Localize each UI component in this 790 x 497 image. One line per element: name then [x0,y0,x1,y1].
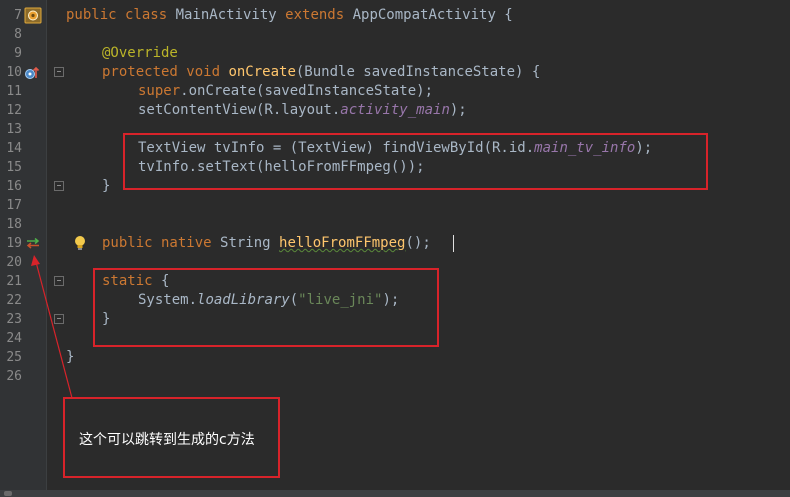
class-file-icon[interactable] [24,7,42,24]
annotation: @Override [102,45,178,61]
keyword: extends [285,7,353,23]
code-line-7[interactable]: public class MainActivity extends AppCom… [66,6,513,25]
line-number: 11 [6,84,22,99]
line-number: 7 [14,8,22,23]
line-number: 8 [14,27,22,42]
line-number: 16 [6,179,22,194]
line-number: 26 [6,369,22,384]
horizontal-scrollbar[interactable] [0,490,790,497]
line-number: 20 [6,255,22,270]
keyword: super [138,83,181,99]
closing-brace: } [102,178,111,194]
line-number: 15 [6,160,22,175]
line-number: 19 [6,236,22,251]
text-caret [453,235,454,252]
return-type: String [220,235,280,251]
scrollbar-thumb[interactable] [4,491,12,496]
annotation-arrow [31,255,73,399]
jni-navigate-icon[interactable] [26,237,40,249]
line-number: 21 [6,274,22,289]
method-params: (Bundle savedInstanceState) { [295,64,541,80]
lightbulb-icon[interactable] [73,235,87,251]
static-field: activity_main [340,102,450,118]
parent-class: AppCompatActivity { [352,7,513,23]
line-number: 10 [6,65,22,80]
annotation-note: 这个可以跳转到生成的c方法 [79,432,255,448]
line-number: 14 [6,141,22,156]
override-method-icon[interactable] [24,66,40,80]
statement-end: (); [405,235,431,251]
highlight-box-settext [123,133,708,190]
code-line-16[interactable]: } [102,177,110,196]
native-method-name: helloFromFFmpeg [279,235,406,251]
line-number: 25 [6,350,22,365]
keyword: protected void [102,64,229,80]
code-editor[interactable]: 7 8 9 10 11 12 13 14 15 16 17 18 19 20 2… [0,0,790,490]
class-name: MainActivity [175,7,286,23]
code-line-9[interactable]: @Override [102,44,178,63]
line-number: 17 [6,198,22,213]
fold-marker-icon[interactable] [54,67,64,77]
method-name: onCreate [228,64,296,80]
line-number: 13 [6,122,22,137]
code-line-12[interactable]: setContentView(R.layout.activity_main); [138,101,467,120]
line-number: 23 [6,312,22,327]
keyword: public class [66,7,176,23]
statement-end: ); [449,102,467,118]
statement: .onCreate(savedInstanceState); [180,83,434,99]
line-number: 12 [6,103,22,118]
fold-marker-icon[interactable] [54,181,64,191]
code-line-10[interactable]: protected void onCreate(Bundle savedInst… [102,63,540,82]
gutter-separator [46,0,47,490]
highlight-box-static-block [93,268,439,347]
annotation-callout: 这个可以跳转到生成的c方法 [63,397,280,478]
code-line-19[interactable]: public native String helloFromFFmpeg(); [102,234,431,253]
statement: setContentView(R.layout. [138,102,341,118]
code-line-11[interactable]: super.onCreate(savedInstanceState); [138,82,433,101]
line-number: 24 [6,331,22,346]
line-number: 9 [14,46,22,61]
line-number: 22 [6,293,22,308]
line-number: 18 [6,217,22,232]
keyword: public native [102,235,221,251]
